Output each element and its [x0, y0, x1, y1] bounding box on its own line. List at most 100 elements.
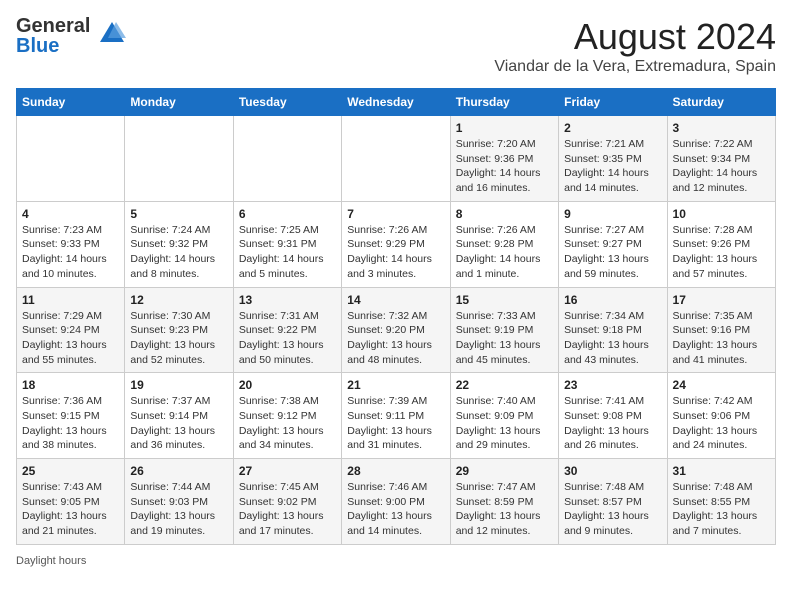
day-number: 30 — [564, 464, 661, 478]
calendar-week-row: 18Sunrise: 7:36 AM Sunset: 9:15 PM Dayli… — [17, 373, 776, 459]
day-number: 8 — [456, 207, 553, 221]
day-number: 12 — [130, 293, 227, 307]
day-number: 20 — [239, 378, 336, 392]
day-info: Sunrise: 7:29 AM Sunset: 9:24 PM Dayligh… — [22, 309, 119, 368]
day-info: Sunrise: 7:26 AM Sunset: 9:28 PM Dayligh… — [456, 223, 553, 282]
day-info: Sunrise: 7:42 AM Sunset: 9:06 PM Dayligh… — [673, 394, 770, 453]
calendar-cell — [233, 116, 341, 202]
logo-general: General — [16, 16, 90, 36]
calendar-cell: 22 Sunrise: 7:40 AM Sunset: 9:09 PM Dayli… — [450, 373, 558, 459]
day-number: 26 — [130, 464, 227, 478]
day-number: 3 — [673, 121, 770, 135]
calendar-cell: 6Sunrise: 7:25 AM Sunset: 9:31 PM Daylig… — [233, 201, 341, 287]
day-number: 13 — [239, 293, 336, 307]
calendar-cell: 17Sunrise: 7:35 AM Sunset: 9:16 PM Dayli… — [667, 287, 775, 373]
day-info: Sunrise: 7:26 AM Sunset: 9:29 PM Dayligh… — [347, 223, 444, 282]
day-info: Sunrise: 7:44 AM Sunset: 9:03 PM Dayligh… — [130, 480, 227, 539]
day-info: Sunrise: 7:28 AM Sunset: 9:26 PM Dayligh… — [673, 223, 770, 282]
calendar-header-row: SundayMondayTuesdayWednesdayThursdayFrid… — [17, 89, 776, 116]
calendar-cell: 12Sunrise: 7:30 AM Sunset: 9:23 PM Dayli… — [125, 287, 233, 373]
day-info: Sunrise: 7:37 AM Sunset: 9:14 PM Dayligh… — [130, 394, 227, 453]
calendar-cell: 29 Sunrise: 7:47 AM Sunset: 8:59 PM Dayli… — [450, 459, 558, 545]
calendar-week-row: 11 Sunrise: 7:29 AM Sunset: 9:24 PM Dayli… — [17, 287, 776, 373]
day-info: Sunrise: 7:32 AM Sunset: 9:20 PM Dayligh… — [347, 309, 444, 368]
day-number: 1 — [456, 121, 553, 135]
day-number: 25 — [22, 464, 119, 478]
day-number: 16 — [564, 293, 661, 307]
day-number: 21 — [347, 378, 444, 392]
footer: Daylight hours — [16, 555, 776, 567]
day-info: Sunrise: 7:47 AM Sunset: 8:59 PM Dayligh… — [456, 480, 553, 539]
calendar-cell: 21 Sunrise: 7:39 AM Sunset: 9:11 PM Dayli… — [342, 373, 450, 459]
calendar-cell: 1 Sunrise: 7:20 AM Sunset: 9:36 PM Daylig… — [450, 116, 558, 202]
day-number: 2 — [564, 121, 661, 135]
calendar-cell: 30 Sunrise: 7:48 AM Sunset: 8:57 PM Dayli… — [559, 459, 667, 545]
calendar-week-row: 1 Sunrise: 7:20 AM Sunset: 9:36 PM Daylig… — [17, 116, 776, 202]
day-info: Sunrise: 7:41 AM Sunset: 9:08 PM Dayligh… — [564, 394, 661, 453]
day-number: 28 — [347, 464, 444, 478]
day-info: Sunrise: 7:48 AM Sunset: 8:55 PM Dayligh… — [673, 480, 770, 539]
day-info: Sunrise: 7:45 AM Sunset: 9:02 PM Dayligh… — [239, 480, 336, 539]
day-info: Sunrise: 7:24 AM Sunset: 9:32 PM Dayligh… — [130, 223, 227, 282]
day-info: Sunrise: 7:31 AM Sunset: 9:22 PM Dayligh… — [239, 309, 336, 368]
title-block: August 2024 Viandar de la Vera, Extremad… — [494, 16, 776, 76]
day-info: Sunrise: 7:39 AM Sunset: 9:11 PM Dayligh… — [347, 394, 444, 453]
day-info: Sunrise: 7:43 AM Sunset: 9:05 PM Dayligh… — [22, 480, 119, 539]
calendar-week-row: 4 Sunrise: 7:23 AM Sunset: 9:33 PM Daylig… — [17, 201, 776, 287]
day-info: Sunrise: 7:22 AM Sunset: 9:34 PM Dayligh… — [673, 137, 770, 196]
weekday-header-monday: Monday — [125, 89, 233, 116]
day-number: 31 — [673, 464, 770, 478]
calendar-cell: 31 Sunrise: 7:48 AM Sunset: 8:55 PM Dayli… — [667, 459, 775, 545]
calendar-cell: 26 Sunrise: 7:44 AM Sunset: 9:03 PM Dayli… — [125, 459, 233, 545]
calendar-cell: 23Sunrise: 7:41 AM Sunset: 9:08 PM Dayli… — [559, 373, 667, 459]
calendar-cell: 9Sunrise: 7:27 AM Sunset: 9:27 PM Daylig… — [559, 201, 667, 287]
weekday-header-sunday: Sunday — [17, 89, 125, 116]
page-subtitle: Viandar de la Vera, Extremadura, Spain — [494, 58, 776, 76]
page-title: August 2024 — [494, 16, 776, 58]
day-number: 5 — [130, 207, 227, 221]
day-number: 9 — [564, 207, 661, 221]
logo: General Blue — [16, 16, 126, 56]
calendar-cell: 18Sunrise: 7:36 AM Sunset: 9:15 PM Dayli… — [17, 373, 125, 459]
weekday-header-tuesday: Tuesday — [233, 89, 341, 116]
day-info: Sunrise: 7:40 AM Sunset: 9:09 PM Dayligh… — [456, 394, 553, 453]
calendar-cell: 19Sunrise: 7:37 AM Sunset: 9:14 PM Dayli… — [125, 373, 233, 459]
day-info: Sunrise: 7:48 AM Sunset: 8:57 PM Dayligh… — [564, 480, 661, 539]
calendar-cell: 27 Sunrise: 7:45 AM Sunset: 9:02 PM Dayli… — [233, 459, 341, 545]
calendar-week-row: 25 Sunrise: 7:43 AM Sunset: 9:05 PM Dayli… — [17, 459, 776, 545]
day-number: 11 — [22, 293, 119, 307]
day-info: Sunrise: 7:35 AM Sunset: 9:16 PM Dayligh… — [673, 309, 770, 368]
weekday-header-saturday: Saturday — [667, 89, 775, 116]
day-number: 29 — [456, 464, 553, 478]
day-info: Sunrise: 7:46 AM Sunset: 9:00 PM Dayligh… — [347, 480, 444, 539]
day-info: Sunrise: 7:38 AM Sunset: 9:12 PM Dayligh… — [239, 394, 336, 453]
day-number: 27 — [239, 464, 336, 478]
day-info: Sunrise: 7:33 AM Sunset: 9:19 PM Dayligh… — [456, 309, 553, 368]
calendar-cell: 14 Sunrise: 7:32 AM Sunset: 9:20 PM Dayli… — [342, 287, 450, 373]
page-header: General Blue August 2024 Viandar de la V… — [16, 16, 776, 76]
day-number: 24 — [673, 378, 770, 392]
calendar-cell — [342, 116, 450, 202]
calendar-cell: 10 Sunrise: 7:28 AM Sunset: 9:26 PM Dayli… — [667, 201, 775, 287]
day-number: 6 — [239, 207, 336, 221]
day-number: 4 — [22, 207, 119, 221]
day-info: Sunrise: 7:23 AM Sunset: 9:33 PM Dayligh… — [22, 223, 119, 282]
weekday-header-friday: Friday — [559, 89, 667, 116]
day-number: 14 — [347, 293, 444, 307]
calendar-cell: 13 Sunrise: 7:31 AM Sunset: 9:22 PM Dayli… — [233, 287, 341, 373]
daylight-label: Daylight hours — [16, 555, 86, 567]
calendar-cell: 2 Sunrise: 7:21 AM Sunset: 9:35 PM Daylig… — [559, 116, 667, 202]
day-number: 7 — [347, 207, 444, 221]
day-number: 10 — [673, 207, 770, 221]
day-info: Sunrise: 7:21 AM Sunset: 9:35 PM Dayligh… — [564, 137, 661, 196]
day-number: 22 — [456, 378, 553, 392]
calendar-cell: 4 Sunrise: 7:23 AM Sunset: 9:33 PM Daylig… — [17, 201, 125, 287]
day-info: Sunrise: 7:20 AM Sunset: 9:36 PM Dayligh… — [456, 137, 553, 196]
calendar-cell: 20 Sunrise: 7:38 AM Sunset: 9:12 PM Dayli… — [233, 373, 341, 459]
calendar-cell: 11 Sunrise: 7:29 AM Sunset: 9:24 PM Dayli… — [17, 287, 125, 373]
calendar-cell — [125, 116, 233, 202]
calendar-cell: 8 Sunrise: 7:26 AM Sunset: 9:28 PM Daylig… — [450, 201, 558, 287]
day-number: 15 — [456, 293, 553, 307]
weekday-header-thursday: Thursday — [450, 89, 558, 116]
logo-icon — [98, 20, 126, 48]
